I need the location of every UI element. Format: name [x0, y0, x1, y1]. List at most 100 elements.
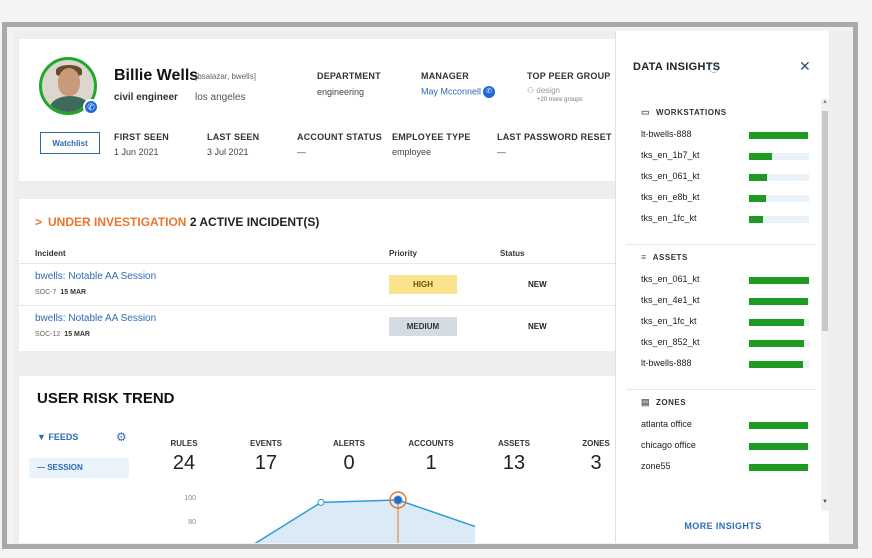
stat-alerts-value[interactable]: 0: [314, 452, 384, 475]
scrollbar[interactable]: ▲ ▼: [821, 99, 829, 511]
first-seen-label: FIRST SEEN: [114, 132, 170, 142]
insight-item-label[interactable]: tks_en_1b7_kt: [641, 150, 700, 160]
more-insights-link[interactable]: MORE INSIGHTS: [616, 521, 830, 531]
avatar-face: [58, 68, 80, 96]
insight-bar-track: [749, 443, 809, 450]
list-item[interactable]: tks_en_061_kt: [641, 274, 811, 288]
insight-item-label[interactable]: tks_en_061_kt: [641, 274, 700, 284]
y-tick-label: 100: [184, 495, 196, 502]
session-feed-item[interactable]: — SESSION: [29, 458, 129, 478]
insight-item-label[interactable]: tks_en_1fc_kt: [641, 316, 697, 326]
user-title: civil engineer: [114, 92, 178, 103]
list-item[interactable]: tks_en_1b7_kt: [641, 150, 811, 164]
stat-assets-value[interactable]: 13: [479, 452, 549, 475]
manager-label: MANAGER: [421, 71, 469, 81]
list-item[interactable]: lt-bwells-888: [641, 129, 811, 143]
last-seen-value: 3 Jul 2021: [207, 147, 249, 157]
group-icon: ⚇: [527, 86, 537, 95]
list-item[interactable]: tks_en_1fc_kt: [641, 316, 811, 330]
data-insights-panel: DATA INSIGHTS ⓘ ✕ ▭ WORKSTATIONS lt-bwells…: [615, 31, 829, 543]
insight-bar-track: [749, 216, 809, 223]
help-icon[interactable]: ⓘ: [709, 60, 719, 75]
insight-item-label[interactable]: tks_en_e8b_kt: [641, 192, 700, 202]
incidents-card: > UNDER INVESTIGATION 2 ACTIVE INCIDENT(S…: [19, 199, 616, 351]
list-item[interactable]: chicago office: [641, 440, 811, 454]
insights-list: ▭ WORKSTATIONS lt-bwells-888 tks_en_1b7_ktt…: [616, 99, 821, 511]
incident-title[interactable]: bwells: Notable AA Session: [35, 271, 156, 282]
divider: [626, 244, 816, 245]
stat-rules-value[interactable]: 24: [149, 452, 219, 475]
investigation-header[interactable]: > UNDER INVESTIGATION 2 ACTIVE INCIDENT(S…: [35, 215, 319, 229]
insight-item-label[interactable]: tks_en_852_kt: [641, 337, 700, 347]
insight-bar: [749, 319, 805, 326]
insight-bar: [749, 216, 764, 223]
insight-item-label[interactable]: chicago office: [641, 440, 696, 450]
list-item[interactable]: tks_en_061_kt: [641, 171, 811, 185]
insight-bar: [749, 422, 808, 429]
close-icon[interactable]: ✕: [799, 58, 811, 75]
zones-icon: ▤: [641, 397, 651, 407]
incident-title[interactable]: bwells: Notable AA Session: [35, 313, 156, 324]
stat-accounts-value[interactable]: 1: [396, 452, 466, 475]
insight-bar: [749, 174, 767, 181]
peer-group-label: TOP PEER GROUP: [527, 71, 611, 81]
app-viewport: ✆ Billie Wells [bsalazar, bwells] civil …: [14, 31, 852, 543]
insight-bar: [749, 464, 808, 471]
gear-icon[interactable]: ⚙: [116, 430, 127, 444]
first-seen-value: 1 Jun 2021: [114, 147, 159, 157]
insight-item-label[interactable]: tks_en_1fc_kt: [641, 213, 697, 223]
manager-name[interactable]: May Mcconnell: [421, 86, 481, 96]
user-location: los angeles: [195, 92, 246, 103]
list-item[interactable]: tks_en_e8b_kt: [641, 192, 811, 206]
risk-point[interactable]: [393, 495, 403, 505]
risk-trend-title: USER RISK TREND: [37, 390, 175, 407]
list-item[interactable]: zone55: [641, 461, 811, 475]
last-seen-label: LAST SEEN: [207, 132, 260, 142]
risk-trend-chart[interactable]: 100 80: [149, 491, 609, 543]
investigation-status: UNDER INVESTIGATION: [48, 215, 187, 229]
department-value: engineering: [317, 87, 365, 97]
scroll-down-icon[interactable]: ▼: [822, 499, 828, 505]
phone-icon[interactable]: ✆: [83, 99, 99, 115]
list-icon: ≡: [641, 252, 647, 262]
insights-section-header: ▭ WORKSTATIONS: [641, 107, 727, 118]
list-item[interactable]: lt-bwells-888: [641, 358, 811, 372]
list-item[interactable]: tks_en_1fc_kt: [641, 213, 811, 227]
list-item[interactable]: atlanta office: [641, 419, 811, 433]
insight-item-label[interactable]: atlanta office: [641, 419, 692, 429]
insight-item-label[interactable]: tks_en_4e1_kt: [641, 295, 700, 305]
active-incident-count: 2 ACTIVE INCIDENT(S): [189, 215, 320, 229]
insight-bar-track: [749, 195, 809, 202]
insight-bar-track: [749, 464, 809, 471]
scroll-up-icon[interactable]: ▲: [822, 99, 828, 105]
section-title: ASSETS: [652, 253, 688, 262]
list-item[interactable]: tks_en_852_kt: [641, 337, 811, 351]
section-title: ZONES: [656, 398, 687, 407]
filter-icon[interactable]: ▼: [37, 432, 48, 442]
incident-status: NEW: [528, 322, 547, 331]
insight-bar-track: [749, 298, 809, 305]
incident-status: NEW: [528, 280, 547, 289]
manager-phone-icon[interactable]: ✆: [483, 86, 496, 98]
peer-group-value[interactable]: ⚇ design: [527, 86, 560, 95]
incident-date: 15 MAR: [60, 289, 87, 296]
peer-group-more[interactable]: +20 more groups: [537, 97, 583, 103]
manager-link[interactable]: May Mcconnell ✆: [421, 86, 496, 98]
list-item[interactable]: tks_en_4e1_kt: [641, 295, 811, 309]
scroll-thumb[interactable]: [822, 111, 828, 331]
insight-bar: [749, 361, 803, 368]
feeds-filter[interactable]: ▼ FEEDS: [37, 432, 78, 442]
stat-events-value[interactable]: 17: [231, 452, 301, 475]
risk-point[interactable]: [317, 498, 325, 506]
incident-date: 15 MAR: [64, 331, 90, 338]
feeds-label: FEEDS: [48, 432, 79, 442]
insight-item-label[interactable]: zone55: [641, 461, 671, 471]
user-aliases: [bsalazar, bwells]: [195, 72, 256, 81]
insights-section-header: ▤ ZONES: [641, 397, 686, 408]
insight-item-label[interactable]: lt-bwells-888: [641, 358, 692, 368]
watchlist-button[interactable]: Watchlist: [40, 132, 100, 154]
insight-item-label[interactable]: tks_en_061_kt: [641, 171, 700, 181]
chevron-right-icon[interactable]: >: [35, 215, 42, 229]
insight-item-label[interactable]: lt-bwells-888: [641, 129, 692, 139]
stat-rules-label: RULES: [170, 439, 198, 448]
